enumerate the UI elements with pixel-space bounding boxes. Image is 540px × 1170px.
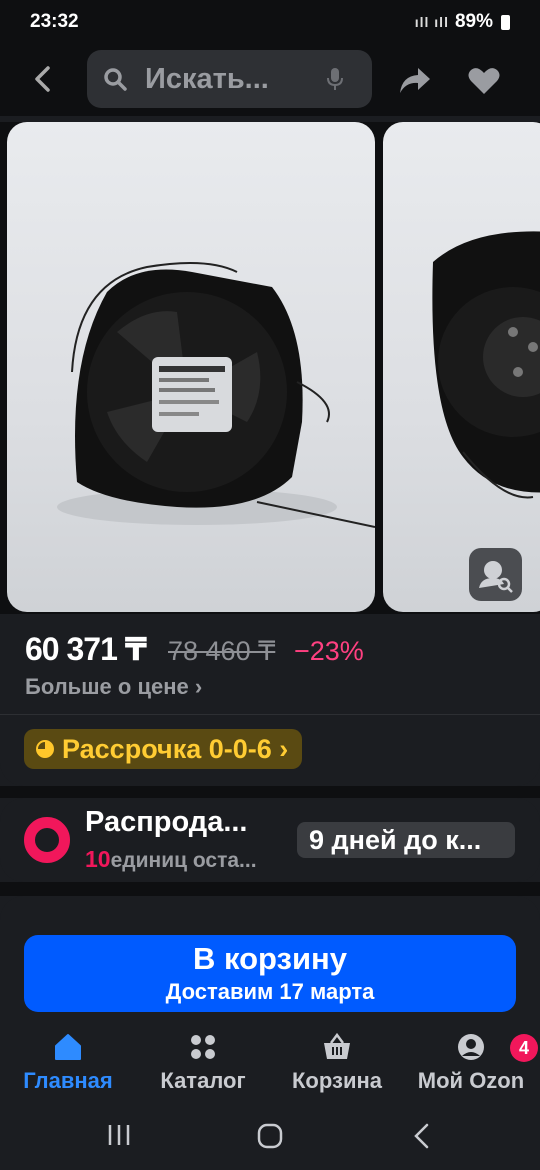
sale-title: Распрода... bbox=[85, 806, 248, 838]
fan-image bbox=[57, 262, 375, 528]
nav-catalog-label: Каталог bbox=[160, 1068, 246, 1093]
sale-timer: 9 дней до к... bbox=[297, 822, 515, 858]
nav-my-ozon[interactable]: 4 Мой Ozon bbox=[406, 1032, 538, 1094]
nav-cart[interactable]: Корзина bbox=[282, 1032, 392, 1094]
delivery-date: Доставим 17 марта bbox=[165, 979, 375, 1004]
product-photo[interactable] bbox=[383, 122, 540, 612]
installment-button[interactable]: Рассрочка 0-0-6 › bbox=[24, 729, 303, 769]
search-icon bbox=[104, 68, 127, 91]
nav-my-ozon-label: Мой Ozon bbox=[417, 1068, 525, 1093]
search-input[interactable]: Искать... bbox=[87, 50, 372, 108]
system-navigation-bar bbox=[0, 1102, 540, 1170]
basket-icon bbox=[324, 1032, 350, 1059]
favorite-heart-icon[interactable] bbox=[467, 66, 501, 96]
status-time: 23:32 bbox=[30, 11, 79, 32]
visual-search-button[interactable] bbox=[469, 548, 522, 601]
discount-badge: −23% bbox=[294, 636, 364, 666]
microphone-icon[interactable] bbox=[326, 67, 344, 91]
section-gap bbox=[0, 786, 540, 798]
add-to-cart-label: В корзину bbox=[192, 941, 347, 976]
chevron-left-icon bbox=[35, 66, 50, 92]
product-gallery[interactable] bbox=[0, 122, 540, 614]
fan-image bbox=[432, 231, 540, 499]
search-placeholder: Искать... bbox=[145, 63, 269, 95]
nav-cart-label: Корзина bbox=[292, 1068, 382, 1093]
home-icon bbox=[55, 1034, 81, 1060]
back-button[interactable] bbox=[26, 62, 60, 96]
battery-icon bbox=[501, 14, 510, 30]
installment-label: Рассрочка 0-0-6 › bbox=[62, 733, 289, 764]
system-back-icon[interactable] bbox=[410, 1122, 434, 1150]
image-search-icon bbox=[479, 561, 513, 593]
signal-icon: ıll ıll bbox=[414, 14, 449, 30]
nav-home[interactable]: Главная bbox=[18, 1032, 118, 1094]
divider bbox=[0, 714, 540, 715]
current-price: 60 371 ₸ bbox=[25, 631, 147, 667]
bottom-navigation: Главная Каталог Корзина 4 Мой Ozon bbox=[0, 1026, 540, 1102]
product-photo[interactable] bbox=[7, 122, 375, 612]
nav-catalog[interactable]: Каталог bbox=[150, 1032, 256, 1094]
section-gap bbox=[0, 882, 540, 896]
sale-ring-icon bbox=[24, 817, 70, 863]
status-bar: 23:32 ıll ıll 89% bbox=[0, 0, 540, 44]
status-indicators: ıll ıll 89% bbox=[415, 11, 510, 33]
sale-card[interactable]: Распрода... 10единиц оста... 9 дней до к… bbox=[0, 798, 540, 882]
add-to-cart-button[interactable]: В корзину Доставим 17 марта bbox=[24, 935, 516, 1012]
notification-badge: 4 bbox=[510, 1034, 538, 1062]
recent-apps-icon[interactable] bbox=[106, 1122, 132, 1148]
home-button-icon[interactable] bbox=[256, 1122, 284, 1150]
grid-icon bbox=[191, 1035, 215, 1059]
more-about-price-link[interactable]: Больше о цене › bbox=[25, 674, 202, 700]
profile-icon bbox=[458, 1034, 484, 1060]
top-bar: Искать... bbox=[0, 44, 540, 116]
installment-pie-icon bbox=[36, 740, 54, 758]
sale-stock: 10единиц оста... bbox=[85, 846, 257, 873]
nav-home-label: Главная bbox=[23, 1068, 113, 1093]
battery-level: 89% bbox=[454, 11, 493, 32]
old-price: 78 460 ₸ bbox=[168, 636, 276, 666]
product-info-card: 60 371 ₸ 78 460 ₸ −23% Больше о цене › Р… bbox=[0, 614, 540, 786]
stock-count: 10 bbox=[85, 846, 111, 872]
share-icon[interactable] bbox=[398, 66, 432, 96]
stock-text: единиц оста... bbox=[110, 849, 257, 872]
